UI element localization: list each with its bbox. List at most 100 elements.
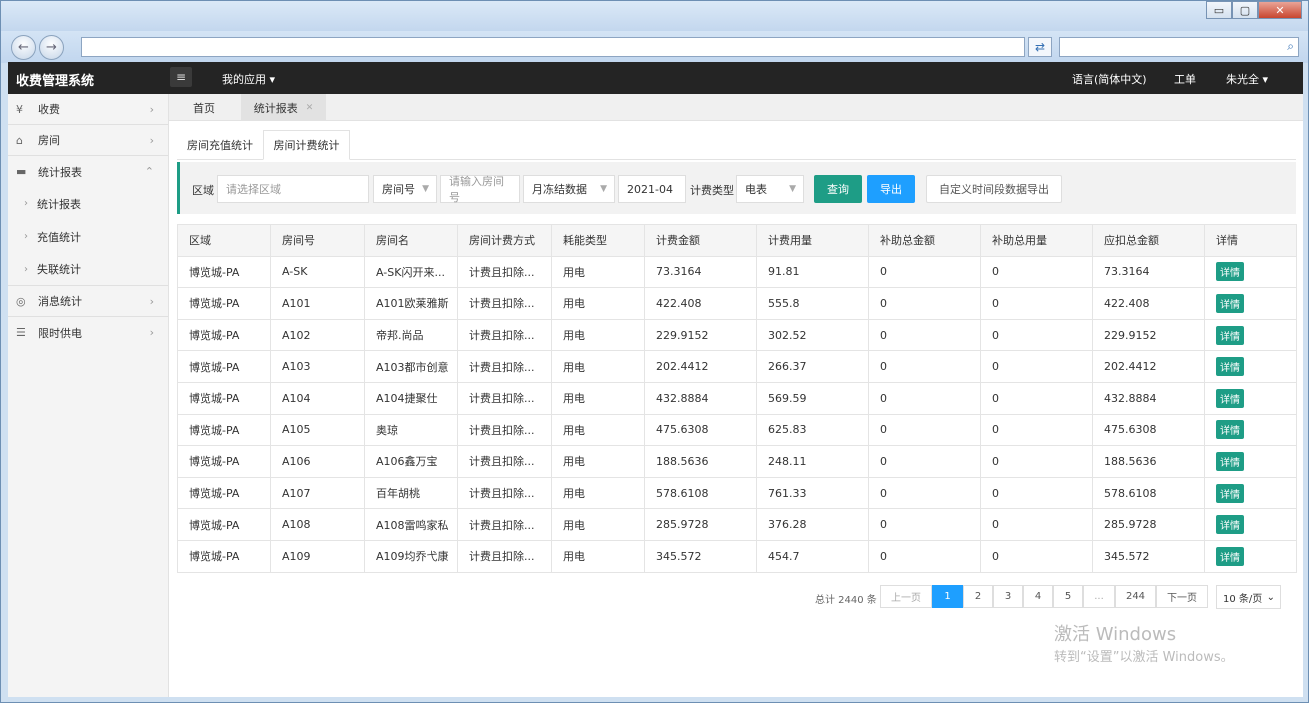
page-size-select[interactable]: 10 条/页 ⌄ (1216, 585, 1281, 609)
page-button[interactable]: 1 (932, 585, 963, 608)
table-cell: 188.5636 (1092, 445, 1205, 478)
custom-export-button[interactable]: 自定义时间段数据导出 (926, 175, 1062, 203)
detail-button[interactable]: 详情 (1216, 546, 1244, 566)
table-cell: 91.81 (756, 255, 869, 289)
table-cell: A104 (270, 381, 365, 415)
sidebar-subitem-lost[interactable]: › 失联统计 (8, 253, 168, 286)
table-cell: 0 (980, 539, 1093, 573)
menu-toggle-button[interactable]: ≡ (170, 67, 192, 87)
restore-button[interactable]: ▢ (1232, 1, 1258, 19)
table-cell: 285.9728 (1092, 508, 1205, 541)
prev-page-button[interactable]: 上一页 (880, 585, 932, 608)
my-apps-menu[interactable]: 我的应用 ▾ (222, 71, 275, 87)
export-button[interactable]: 导出 (867, 175, 915, 203)
col-header: 详情 (1204, 224, 1297, 257)
back-arrow-icon: ← (18, 40, 29, 55)
room-type-select[interactable]: 房间号 ▼ (373, 175, 437, 203)
address-bar[interactable] (81, 37, 1025, 57)
sidebar-subitem-recharge[interactable]: › 充值统计 (8, 220, 168, 253)
table-cell: 博览城-PA (177, 508, 271, 541)
chevron-right-icon: › (24, 198, 28, 209)
table-cell: 422.408 (644, 287, 757, 320)
table-row: 博览城-PA A109 A109均乔弋康 计费且扣除... 用电 345.572 454.7… (177, 539, 1297, 573)
chevron-right-icon: › (149, 294, 154, 308)
page-button[interactable]: 4 (1023, 585, 1053, 608)
detail-button[interactable]: 详情 (1216, 515, 1244, 535)
browser-search-input[interactable]: ⌕ (1059, 37, 1299, 57)
detail-button[interactable]: 详情 (1216, 293, 1244, 313)
table-cell: 285.9728 (644, 508, 757, 541)
sidebar-item-label: 限时供电 (38, 326, 82, 340)
tab-recharge-stats[interactable]: 房间充值统计 (177, 130, 263, 160)
data-type-select[interactable]: 月冻结数据 ▼ (523, 175, 615, 203)
sidebar-subitem-stat-report[interactable]: › 统计报表 (8, 187, 168, 220)
table-cell: 202.4412 (1092, 350, 1205, 383)
page-button[interactable]: 2 (963, 585, 993, 608)
table-cell: 计费且扣除... (457, 381, 552, 415)
table-row: 博览城-PA A102 帝邦.尚品 计费且扣除... 用电 229.9152 302.52 0… (177, 318, 1297, 352)
sidebar-item-label: 收费 (38, 103, 60, 116)
table-cell: 奥琼 (364, 413, 458, 447)
sidebar-item-reports[interactable]: ▬ 统计报表 ⌃ (8, 156, 168, 187)
tab-billing-stats[interactable]: 房间计费统计 (263, 130, 350, 160)
table-cell: 432.8884 (644, 381, 757, 415)
detail-button[interactable]: 详情 (1216, 262, 1244, 282)
detail-button[interactable]: 详情 (1216, 388, 1244, 408)
tab-home[interactable]: 首页 (179, 94, 229, 121)
total-count: 总计 2440 条 (815, 595, 877, 606)
back-button[interactable]: ← (11, 35, 36, 60)
forward-button[interactable]: → (39, 35, 64, 60)
user-menu[interactable]: 朱光全 ▾ (1226, 71, 1268, 87)
table-cell: 博览城-PA (177, 539, 271, 573)
query-button[interactable]: 查询 (814, 175, 862, 203)
ticket-link[interactable]: 工单 (1174, 71, 1196, 87)
table-cell: 266.37 (756, 350, 869, 383)
month-input[interactable]: 2021-04 (618, 175, 686, 203)
col-header: 房间计费方式 (457, 224, 552, 257)
detail-button[interactable]: 详情 (1216, 357, 1244, 377)
page-button[interactable]: 5 (1053, 585, 1083, 608)
tab-report[interactable]: 统计报表 ✕ (241, 94, 326, 121)
table-cell: 569.59 (756, 381, 869, 415)
sidebar-item-room[interactable]: ⌂ 房间 › (8, 125, 168, 156)
room-number-input[interactable]: 请输入房间号 (440, 175, 520, 204)
col-header: 应扣总金额 (1092, 224, 1205, 257)
col-header: 计费金额 (644, 224, 757, 257)
sidebar-item-charge[interactable]: ¥ 收费 › (8, 94, 168, 125)
next-page-button[interactable]: 下一页 (1156, 585, 1208, 608)
refresh-button[interactable]: ⇄ (1028, 37, 1052, 57)
language-menu[interactable]: 语言(简体中文) (1072, 71, 1147, 87)
table-row: 博览城-PA A108 A108雷鸣家私 计费且扣除... 用电 285.9728 376.… (177, 508, 1297, 541)
detail-button[interactable]: 详情 (1216, 483, 1244, 503)
sidebar-subitem-label: 充值统计 (37, 230, 81, 244)
detail-button[interactable]: 详情 (1216, 451, 1244, 471)
bill-type-select[interactable]: 电表 ▼ (736, 175, 804, 203)
sidebar: ¥ 收费 › ⌂ 房间 › ▬ 统计报表 ⌃ › 统计报表 › 充值统计 › 失联统计 ◎ 消息统计… (8, 94, 169, 697)
col-header: 区域 (177, 224, 271, 257)
table-cell: A103都市创意 (364, 350, 458, 383)
report-icon: ▬ (16, 165, 27, 178)
table-cell: 博览城-PA (177, 381, 271, 415)
table-cell: 0 (980, 255, 1093, 289)
table-cell: 475.6308 (1092, 413, 1205, 447)
caret-down-icon: ▾ (269, 73, 276, 86)
page-ellipsis: ... (1083, 585, 1115, 608)
close-icon[interactable]: ✕ (306, 103, 314, 113)
close-window-button[interactable]: ✕ (1258, 1, 1302, 19)
table-cell: 用电 (551, 255, 645, 289)
sliders-icon: ☰ (16, 326, 26, 339)
table-cell: 0 (868, 350, 981, 383)
table-row: 博览城-PA A104 A104捷聚仕 计费且扣除... 用电 432.8884 569.5… (177, 381, 1297, 415)
detail-button[interactable]: 详情 (1216, 420, 1244, 440)
sidebar-item-power-limit[interactable]: ☰ 限时供电 › (8, 317, 168, 348)
table-cell: 博览城-PA (177, 445, 271, 478)
detail-button[interactable]: 详情 (1216, 325, 1244, 345)
sidebar-item-messages[interactable]: ◎ 消息统计 › (8, 286, 168, 317)
table-row: 博览城-PA A-SK A-SK闪开来... 计费且扣除... 用电 73.3164 91.… (177, 255, 1297, 289)
area-select[interactable]: 请选择区域 (217, 175, 369, 203)
page-button[interactable]: 3 (993, 585, 1023, 608)
table-cell: 详情 (1204, 413, 1297, 447)
minimize-button[interactable]: ▭ (1206, 1, 1232, 19)
page-button[interactable]: 244 (1115, 585, 1156, 608)
chevron-down-icon: ⌄ (1266, 591, 1275, 603)
